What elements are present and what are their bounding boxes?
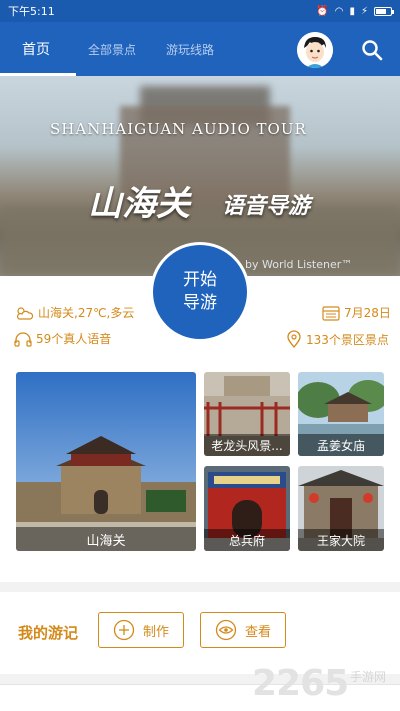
spots-text: 133个景区景点 [306,332,389,347]
hero-title-cn: 山海关 [88,184,190,224]
create-journal-label: 制作 [142,624,169,640]
tab-home[interactable]: 首页 [0,22,76,76]
hero-subtitle-cn: 语音导游 [222,193,311,219]
shanhaiguan-photo [16,372,196,551]
view-journal-label: 查看 [244,624,271,640]
watermark-number: 2265 [252,663,349,704]
tab-tour-routes[interactable]: 游玩线路 [166,22,214,76]
attraction-label: 王家大院 [298,529,384,551]
weather-cloud-icon [17,306,34,320]
hero-credit: by World Listener™ [245,258,353,271]
plus-circle-icon [113,619,135,641]
headphones-icon [14,331,32,347]
calendar-icon [322,305,340,321]
voices-text: 59个真人语音 [36,332,112,346]
eye-icon [215,619,237,641]
attraction-card-mengjiangnv[interactable]: 孟姜女庙 [298,372,384,456]
journal-title: 我的游记 [18,624,79,642]
status-time: 下午5:11 [8,5,55,18]
attraction-label: 山海关 [16,527,196,551]
attraction-label: 孟姜女庙 [298,434,384,456]
user-avatar-icon[interactable] [297,32,333,68]
voices-info: 59个真人语音 [14,330,111,347]
attraction-card-shanhaiguan[interactable]: 山海关 [16,372,196,551]
watermark-text: 手游网 [350,670,387,684]
attraction-label: 老龙头风景... [204,434,290,456]
status-bar: 下午5:11 ⏰ ◠ ▮ ⚡ [0,0,400,22]
alarm-icon: ⏰ [316,5,329,17]
attraction-label: 总兵府 [204,529,290,551]
weather-info: 山海关,27℃,多云 [14,304,134,321]
date-text: 7月28日 [344,306,391,320]
location-pin-icon [287,330,301,348]
top-navigation: 首页 全部景点 游玩线路 [0,22,400,76]
create-journal-button[interactable]: 制作 [98,612,184,648]
signal-icon: ▮ [349,5,355,17]
wifi-icon: ◠ [334,5,344,17]
journal-section: 我的游记 制作 查看 [0,592,400,674]
start-tour-label-line2: 导游 [183,293,217,313]
hero-title-en: SHANHAIGUAN AUDIO TOUR [50,120,307,138]
view-journal-button[interactable]: 查看 [200,612,286,648]
tab-all-attractions[interactable]: 全部景点 [88,22,136,76]
status-icons: ⏰ ◠ ▮ ⚡ [316,5,394,17]
start-tour-label-line1: 开始 [183,270,217,290]
attraction-card-wangjiadayuan[interactable]: 王家大院 [298,466,384,551]
attraction-card-laolongtou[interactable]: 老龙头风景... [204,372,290,456]
charging-icon: ⚡ [360,5,368,17]
search-icon[interactable] [360,38,384,62]
spots-info: 133个景区景点 [286,330,389,348]
battery-icon [374,6,394,16]
date-info: 7月28日 [322,304,391,321]
start-tour-button[interactable]: 开始 导游 [150,242,250,342]
weather-text: 山海关,27℃,多云 [38,306,135,320]
attraction-grid: 山海关 老龙头风景... 孟姜女庙 总兵府 王家大院 [0,364,400,582]
attraction-card-zongbingfu[interactable]: 总兵府 [204,466,290,551]
